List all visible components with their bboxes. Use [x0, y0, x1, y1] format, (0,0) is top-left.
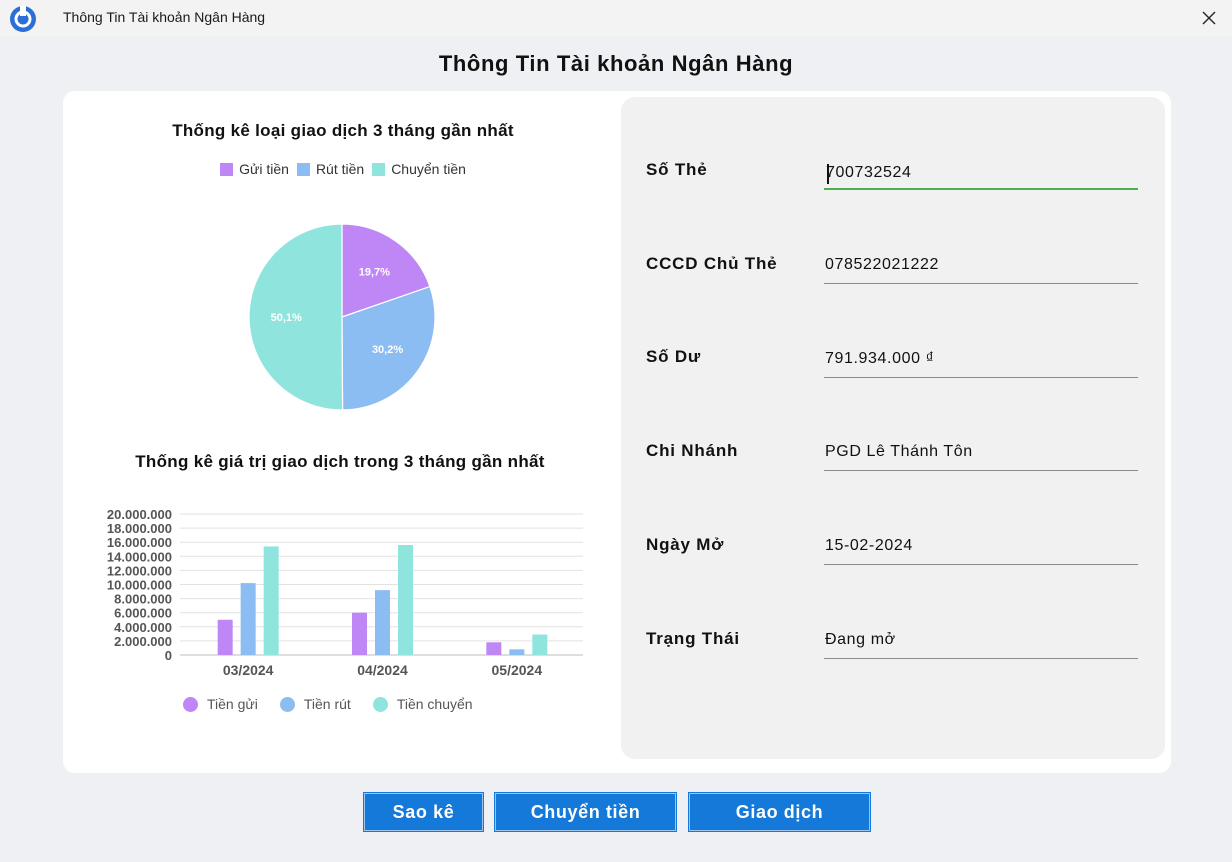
bar[interactable]: [352, 612, 367, 655]
owner-id-field[interactable]: 078522021222: [824, 253, 1138, 284]
bar-legend-label: Tiền chuyển: [396, 696, 473, 712]
legend-dot: [183, 696, 198, 712]
y-tick-label: 10.000.000: [107, 578, 172, 593]
window-title: Thông Tin Tài khoản Ngân Hàng: [63, 9, 266, 25]
bar[interactable]: [217, 619, 233, 655]
card-number-label: Số Thẻ: [646, 160, 708, 179]
x-tick-label: 05/2024: [492, 662, 543, 678]
y-tick-label: 4.000.000: [114, 620, 172, 635]
bar-legend-item[interactable]: Tiền gửi: [183, 696, 258, 712]
bar[interactable]: [509, 649, 525, 655]
pie-legend-label: Gửi tiền: [239, 161, 289, 177]
pie-slice-label: 30,2%: [372, 344, 403, 356]
bar-legend-label: Tiền gửi: [207, 696, 258, 712]
y-tick-label: 20.000.000: [107, 507, 172, 522]
open-date-value: 15-02-2024: [825, 537, 913, 554]
legend-dot: [279, 696, 295, 712]
card-number-field[interactable]: 700732524: [824, 158, 1138, 190]
bar[interactable]: [240, 583, 256, 655]
bar-chart-title: Thống kê giá trị giao dịch trong 3 tháng…: [135, 452, 545, 471]
y-tick-label: 0: [165, 648, 172, 663]
text-caret: [827, 164, 829, 184]
status-value: Đang mở: [825, 631, 896, 648]
branch-value: PGD Lê Thánh Tôn: [825, 443, 973, 460]
y-tick-label: 6.000.000: [114, 606, 172, 621]
pie-legend-item: Rút tiền: [296, 161, 365, 177]
bar[interactable]: [263, 546, 279, 655]
balance-label: Số Dư: [646, 347, 702, 366]
bar-legend-label: Tiền rút: [303, 696, 351, 712]
bar[interactable]: [532, 634, 548, 655]
bar[interactable]: [398, 545, 413, 655]
balance-value: 791.934.000 ₫: [825, 350, 935, 367]
bar[interactable]: [375, 590, 390, 655]
x-tick-label: 04/2024: [357, 662, 408, 678]
pie-chart-title: Thống kê loại giao dịch 3 tháng gần nhất: [172, 121, 514, 140]
pie-chart: 19,7% 30,2% 50,1%: [248, 223, 436, 411]
y-tick-label: 18.000.000: [107, 521, 172, 536]
branch-field[interactable]: PGD Lê Thánh Tôn: [824, 440, 1138, 471]
open-date-field[interactable]: 15-02-2024: [824, 534, 1138, 565]
y-tick-label: 14.000.000: [107, 549, 172, 564]
pie-chart-legend: Gửi tiền Rút tiền Chuyển tiền: [93, 161, 593, 177]
legend-swatch: [220, 162, 234, 176]
open-date-label: Ngày Mở: [646, 535, 725, 554]
bar-chart-legend: Tiền gửi Tiền rút Tiền chuyển: [183, 696, 473, 712]
transfer-button[interactable]: Chuyển tiền: [495, 793, 676, 831]
y-tick-label: 2.000.000: [114, 634, 172, 649]
app-logo-icon: [10, 6, 36, 32]
bar-legend-item[interactable]: Tiền rút: [279, 696, 351, 712]
branch-label: Chi Nhánh: [646, 441, 739, 460]
legend-dot: [372, 696, 388, 712]
pie-slice-label: 50,1%: [271, 312, 302, 324]
statement-button[interactable]: Sao kê: [364, 793, 483, 831]
x-tick-label: 03/2024: [223, 662, 274, 678]
title-bar: Thông Tin Tài khoản Ngân Hàng: [0, 0, 1232, 36]
bar-legend-item[interactable]: Tiền chuyển: [372, 696, 473, 712]
y-tick-label: 16.000.000: [107, 535, 172, 550]
pie-legend-label: Chuyển tiền: [391, 161, 466, 177]
pie-legend-item: Gửi tiền: [220, 161, 289, 177]
status-label: Trạng Thái: [646, 629, 740, 648]
balance-field[interactable]: 791.934.000 ₫: [824, 347, 1138, 378]
close-button[interactable]: [1186, 0, 1232, 36]
legend-swatch: [296, 162, 310, 176]
bar[interactable]: [486, 642, 502, 655]
y-tick-label: 8.000.000: [114, 592, 172, 607]
close-icon: [1202, 11, 1216, 25]
y-tick-label: 12.000.000: [107, 563, 172, 578]
owner-id-label: CCCD Chủ Thẻ: [646, 254, 778, 273]
pie-slice-label: 19,7%: [359, 267, 390, 279]
account-info-panel: [621, 97, 1165, 759]
page-title: Thông Tin Tài khoản Ngân Hàng: [438, 51, 794, 76]
bar-chart: 02.000.0004.000.0006.000.0008.000.00010.…: [107, 507, 583, 678]
pie-legend-label: Rút tiền: [315, 161, 365, 177]
transactions-button[interactable]: Giao dịch: [689, 793, 870, 831]
status-field[interactable]: Đang mở: [824, 628, 1138, 659]
legend-swatch: [372, 162, 386, 176]
owner-id-value: 078522021222: [825, 256, 939, 273]
pie-legend-item: Chuyển tiền: [372, 161, 466, 177]
